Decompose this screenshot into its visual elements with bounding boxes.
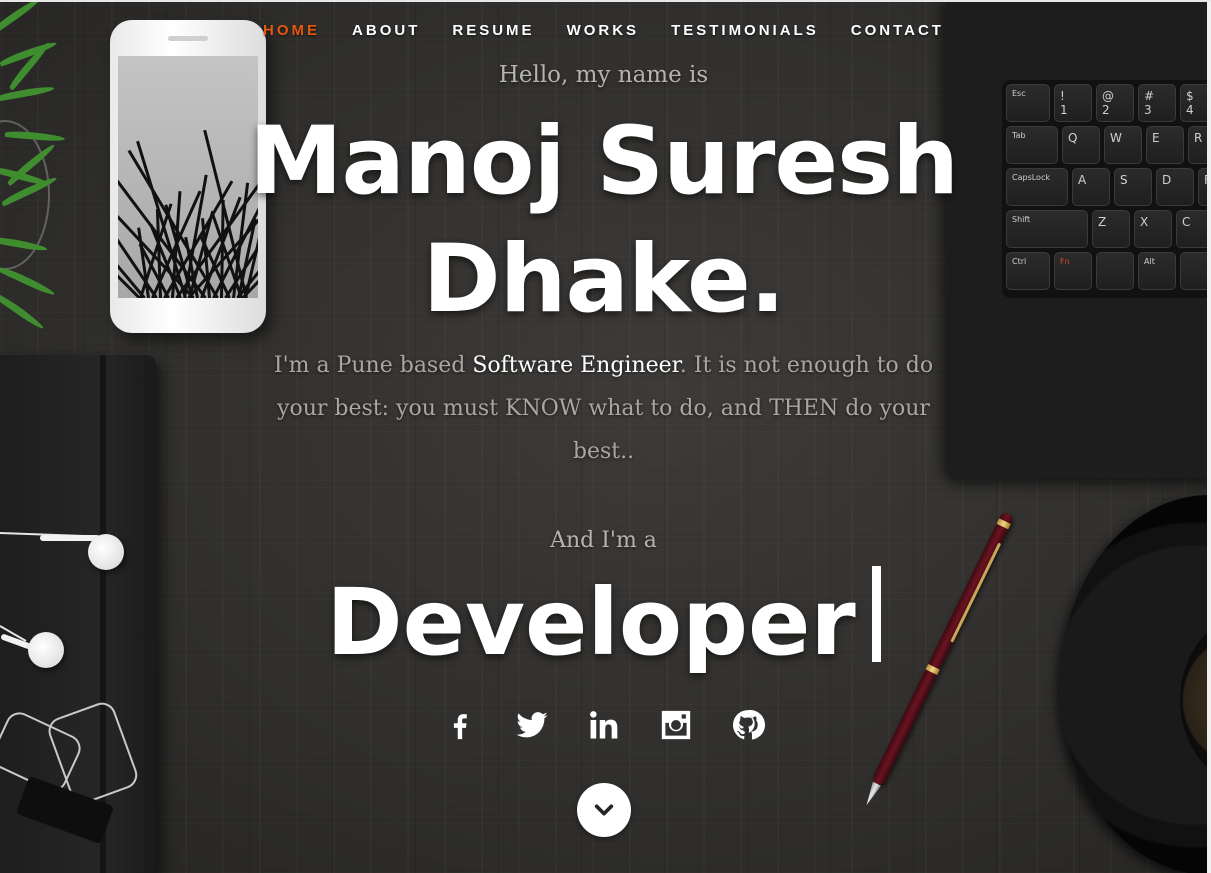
role-prefix: And I'm a (550, 528, 657, 553)
github-link[interactable] (730, 705, 766, 745)
pen-tip (862, 782, 881, 808)
page-top-border (0, 0, 1211, 2)
role-text: Developer (326, 569, 856, 676)
greeting-text: Hello, my name is (498, 62, 709, 88)
instagram-icon (661, 710, 690, 740)
facebook-icon (453, 714, 467, 740)
nav-item-about[interactable]: ABOUT (336, 22, 436, 44)
nav-item-resume[interactable]: RESUME (436, 22, 550, 44)
twitter-icon (515, 712, 548, 738)
nav-item-home[interactable]: HOME (247, 22, 336, 44)
hero-name-line2: Dhake. (422, 225, 786, 334)
typing-cursor (871, 566, 881, 662)
nav-list: HOME ABOUT RESUME WORKS TESTIMONIALS CON… (247, 22, 960, 44)
linkedin-link[interactable] (586, 705, 622, 745)
hero-section: Esc!1@2#3$4TabQWERCapsLockASDFShiftZXCCt… (0, 0, 1207, 873)
intro-text-before: I'm a Pune based (273, 353, 473, 378)
role-typewriter: Developer (0, 566, 1207, 678)
linkedin-icon (589, 711, 617, 739)
hero-name: Manoj Suresh Dhake. (0, 103, 1207, 339)
instagram-link[interactable] (658, 705, 694, 745)
page-scrollbar-strip (1207, 0, 1211, 873)
nav-item-contact[interactable]: CONTACT (835, 22, 960, 44)
twitter-link[interactable] (514, 705, 550, 745)
nav-item-works[interactable]: WORKS (551, 22, 656, 44)
intro-text: I'm a Pune based Software Engineer. It i… (255, 344, 952, 473)
hero-name-line1: Manoj Suresh (248, 107, 959, 216)
main-nav: HOME ABOUT RESUME WORKS TESTIMONIALS CON… (0, 22, 1207, 44)
social-links (0, 705, 1207, 745)
chevron-down-icon (594, 804, 614, 816)
intro-highlight: Software Engineer (472, 353, 680, 378)
scroll-down-button[interactable] (577, 783, 631, 837)
nav-item-testimonials[interactable]: TESTIMONIALS (655, 22, 835, 44)
github-icon (732, 709, 765, 740)
facebook-link[interactable] (442, 705, 478, 745)
